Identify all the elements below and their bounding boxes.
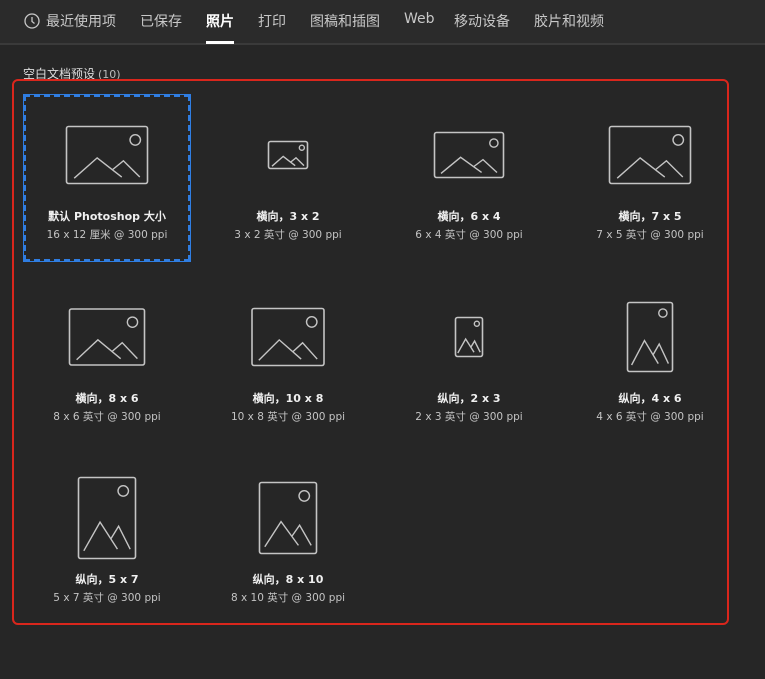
- category-tabs: 最近使用项 已保存 照片 打印 图稿和插图 Web 移动设备 胶片和视频: [0, 0, 765, 45]
- preset-subtitle: 2 x 3 英寸 @ 300 ppi: [415, 411, 523, 423]
- preset-card[interactable]: 横向，7 x 5 7 x 5 英寸 @ 300 ppi: [567, 95, 733, 261]
- preset-card[interactable]: 横向，10 x 8 10 x 8 英寸 @ 300 ppi: [205, 277, 371, 443]
- tab-saved[interactable]: 已保存: [140, 11, 182, 31]
- preset-card[interactable]: 纵向，8 x 10 8 x 10 英寸 @ 300 ppi: [205, 458, 371, 624]
- image-placeholder-icon: [608, 125, 692, 185]
- preset-title: 横向，6 x 4: [437, 210, 501, 223]
- preset-card[interactable]: 横向，3 x 2 3 x 2 英寸 @ 300 ppi: [205, 95, 371, 261]
- image-placeholder-icon: [65, 125, 149, 185]
- preset-title: 横向，3 x 2: [256, 210, 320, 223]
- image-placeholder-icon: [77, 476, 137, 560]
- tab-photo[interactable]: 照片: [206, 11, 234, 44]
- image-placeholder-icon: [626, 301, 674, 373]
- preset-card[interactable]: 纵向，5 x 7 5 x 7 英寸 @ 300 ppi: [24, 458, 190, 624]
- tab-print[interactable]: 打印: [258, 11, 286, 31]
- preset-subtitle: 16 x 12 厘米 @ 300 ppi: [46, 229, 168, 241]
- tab-art-illustration[interactable]: 图稿和插图: [310, 11, 380, 31]
- preset-card[interactable]: 默认 Photoshop 大小 16 x 12 厘米 @ 300 ppi: [23, 94, 191, 262]
- preset-title: 横向，7 x 5: [618, 210, 682, 223]
- clock-icon: [24, 13, 40, 29]
- preset-title: 纵向，4 x 6: [618, 392, 682, 405]
- preset-subtitle: 7 x 5 英寸 @ 300 ppi: [596, 229, 704, 241]
- image-placeholder-icon: [267, 140, 309, 170]
- tab-film-video[interactable]: 胶片和视频: [534, 11, 604, 31]
- preset-title: 默认 Photoshop 大小: [48, 210, 166, 223]
- preset-card[interactable]: 横向，8 x 6 8 x 6 英寸 @ 300 ppi: [24, 277, 190, 443]
- tab-web[interactable]: Web: [404, 11, 435, 27]
- preset-subtitle: 5 x 7 英寸 @ 300 ppi: [53, 592, 161, 604]
- tab-recent[interactable]: 最近使用项: [24, 11, 116, 31]
- preset-card[interactable]: 横向，6 x 4 6 x 4 英寸 @ 300 ppi: [386, 95, 552, 261]
- preset-subtitle: 8 x 10 英寸 @ 300 ppi: [230, 592, 346, 604]
- preset-subtitle: 3 x 2 英寸 @ 300 ppi: [234, 229, 342, 241]
- preset-subtitle: 10 x 8 英寸 @ 300 ppi: [230, 411, 346, 423]
- image-placeholder-icon: [433, 131, 505, 179]
- image-placeholder-icon: [258, 481, 318, 555]
- preset-subtitle: 4 x 6 英寸 @ 300 ppi: [596, 411, 704, 423]
- tab-mobile[interactable]: 移动设备: [454, 11, 510, 31]
- preset-card[interactable]: 纵向，4 x 6 4 x 6 英寸 @ 300 ppi: [567, 277, 733, 443]
- image-placeholder-icon: [251, 307, 325, 367]
- image-placeholder-icon: [454, 316, 484, 358]
- preset-subtitle: 6 x 4 英寸 @ 300 ppi: [415, 229, 523, 241]
- preset-subtitle: 8 x 6 英寸 @ 300 ppi: [53, 411, 161, 423]
- preset-card[interactable]: 纵向，2 x 3 2 x 3 英寸 @ 300 ppi: [386, 277, 552, 443]
- preset-title: 纵向，8 x 10: [252, 573, 324, 586]
- preset-title: 纵向，2 x 3: [437, 392, 501, 405]
- image-placeholder-icon: [68, 308, 146, 366]
- preset-title: 横向，8 x 6: [75, 392, 139, 405]
- preset-title: 纵向，5 x 7: [75, 573, 139, 586]
- preset-title: 横向，10 x 8: [252, 392, 324, 405]
